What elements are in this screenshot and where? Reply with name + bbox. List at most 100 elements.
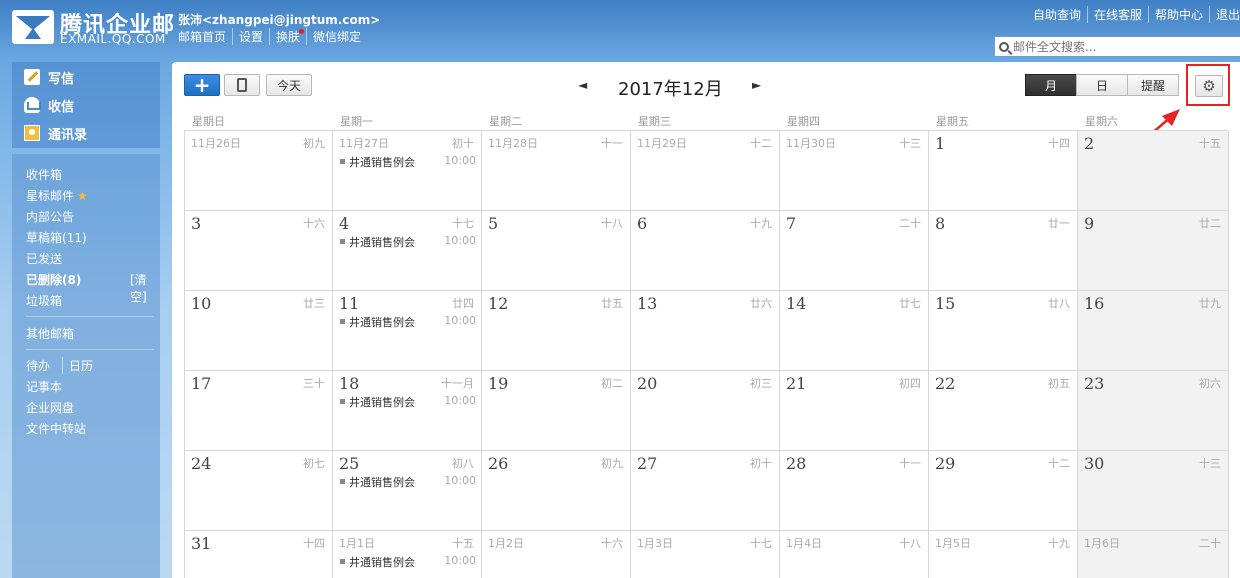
tab-month[interactable]: 月 — [1025, 74, 1077, 96]
calendar-day-cell[interactable]: 19 初二 — [482, 371, 631, 451]
folder-deleted[interactable]: 已删除(8) — [26, 271, 81, 288]
link-logout[interactable]: 退出 — [1208, 6, 1240, 23]
calendar-day-cell[interactable]: 8 廿一 — [929, 211, 1078, 291]
link-skin[interactable]: 换肤 — [269, 28, 306, 45]
sidebar-item-netdisk[interactable]: 企业网盘 — [26, 399, 74, 416]
calendar-day-cell[interactable]: 4 十七 井通销售例会 10:00 — [333, 211, 482, 291]
calendar-day-cell[interactable]: 17 三十 — [185, 371, 333, 451]
calendar-event[interactable]: 井通销售例会 10:00 — [340, 554, 476, 570]
folder-starred[interactable]: 星标邮件 ★ — [26, 187, 88, 204]
day-number: 14 — [786, 294, 807, 313]
tab-reminder[interactable]: 提醒 — [1127, 74, 1179, 96]
folder-spam[interactable]: 垃圾箱 — [26, 292, 62, 309]
lunar-date: 初四 — [899, 377, 921, 390]
calendar-day-cell[interactable]: 12 廿五 — [482, 291, 631, 371]
calendar-day-cell[interactable]: 2 十五 — [1078, 131, 1229, 211]
contacts-button[interactable]: 通讯录 — [24, 121, 87, 145]
calendar-day-cell[interactable]: 26 初九 — [482, 451, 631, 531]
link-mailbox-home[interactable]: 邮箱首页 — [178, 28, 232, 45]
link-wechat-bind[interactable]: 微信绑定 — [306, 28, 367, 45]
calendar-day-cell[interactable]: 21 初四 — [780, 371, 929, 451]
calendar-day-cell[interactable]: 1月6日 二十 — [1078, 531, 1229, 578]
sidebar-item-calendar[interactable]: 日历 — [62, 357, 93, 374]
lunar-date: 初九 — [601, 457, 623, 470]
calendar-day-cell[interactable]: 6 十九 — [631, 211, 780, 291]
event-time: 10:00 — [444, 394, 476, 407]
calendar-day-cell[interactable]: 3 十六 — [185, 211, 333, 291]
exmail-logo[interactable]: 腾讯企业邮 EXMAIL.QQ.COM — [12, 8, 174, 48]
calendar-day-cell[interactable]: 1月4日 十八 — [780, 531, 929, 578]
calendar-day-cell[interactable]: 11月29日 十二 — [631, 131, 780, 211]
calendar-day-cell[interactable]: 1月5日 十九 — [929, 531, 1078, 578]
folder-other-mailboxes[interactable]: 其他邮箱 — [26, 325, 74, 342]
add-event-button[interactable]: + — [184, 73, 220, 97]
calendar-day-cell[interactable]: 31 十四 — [185, 531, 333, 578]
calendar-day-cell[interactable]: 25 初八 井通销售例会 10:00 — [333, 451, 482, 531]
mobile-sync-button[interactable] — [224, 74, 260, 96]
folder-drafts[interactable]: 草稿箱(11) — [26, 229, 87, 246]
calendar-day-cell[interactable]: 22 初五 — [929, 371, 1078, 451]
link-self-query[interactable]: 自助查询 — [1027, 6, 1087, 23]
calendar-day-cell[interactable]: 30 十三 — [1078, 451, 1229, 531]
receive-button[interactable]: 收信 — [24, 93, 74, 117]
calendar-day-cell[interactable]: 5 十八 — [482, 211, 631, 291]
calendar-day-cell[interactable]: 29 十二 — [929, 451, 1078, 531]
calendar-day-cell[interactable]: 11月30日 十三 — [780, 131, 929, 211]
day-number: 24 — [191, 454, 212, 473]
calendar-day-cell[interactable]: 9 廿二 — [1078, 211, 1229, 291]
event-time: 10:00 — [444, 154, 476, 167]
compose-button[interactable]: 写信 — [24, 65, 74, 89]
event-title: 井通销售例会 — [340, 394, 415, 410]
search-icon[interactable] — [999, 41, 1009, 52]
calendar-event[interactable]: 井通销售例会 10:00 — [340, 234, 476, 250]
calendar-event[interactable]: 井通销售例会 10:00 — [340, 474, 476, 490]
calendar-event[interactable]: 井通销售例会 10:00 — [340, 154, 476, 170]
link-online-service[interactable]: 在线客服 — [1086, 6, 1148, 23]
calendar-day-cell[interactable]: 11 廿四 井通销售例会 10:00 — [333, 291, 482, 371]
calendar-day-cell[interactable]: 24 初七 — [185, 451, 333, 531]
calendar-day-cell[interactable]: 14 廿七 — [780, 291, 929, 371]
link-help-center[interactable]: 帮助中心 — [1147, 6, 1209, 23]
today-button[interactable]: 今天 — [266, 74, 312, 96]
prev-month-button[interactable]: ◄ — [578, 78, 587, 92]
search-input[interactable] — [1013, 39, 1233, 54]
sidebar-item-notes[interactable]: 记事本 — [26, 378, 62, 395]
calendar-day-cell[interactable]: 11月28日 十一 — [482, 131, 631, 211]
calendar-grid: 11月26日 初九 11月27日 初十 井通销售例会 10:00 11月28日 十一 11月29… — [184, 130, 1229, 578]
settings-button[interactable]: ⚙ — [1195, 75, 1223, 97]
next-month-button[interactable]: ► — [752, 78, 761, 92]
calendar-day-cell[interactable]: 7 二十 — [780, 211, 929, 291]
calendar-day-cell[interactable]: 18 十一月 井通销售例会 10:00 — [333, 371, 482, 451]
calendar-day-cell[interactable]: 27 初十 — [631, 451, 780, 531]
folder-inbox[interactable]: 收件箱 — [26, 166, 62, 183]
calendar-day-cell[interactable]: 11月27日 初十 井通销售例会 10:00 — [333, 131, 482, 211]
calendar-day-cell[interactable]: 16 廿九 — [1078, 291, 1229, 371]
calendar-day-cell[interactable]: 15 廿八 — [929, 291, 1078, 371]
sidebar-item-todo[interactable]: 待办 — [26, 357, 50, 374]
calendar-day-cell[interactable]: 11月26日 初九 — [185, 131, 333, 211]
phone-icon — [237, 78, 247, 92]
lunar-date: 十一 — [899, 457, 921, 470]
calendar-day-cell[interactable]: 10 廿三 — [185, 291, 333, 371]
calendar-day-cell[interactable]: 23 初六 — [1078, 371, 1229, 451]
event-bullet-icon — [340, 159, 345, 164]
calendar-day-cell[interactable]: 1 十四 — [929, 131, 1078, 211]
link-settings[interactable]: 设置 — [232, 28, 269, 45]
sidebar-item-file-transfer[interactable]: 文件中转站 — [26, 420, 86, 437]
event-bullet-icon — [340, 479, 345, 484]
calendar-day-cell[interactable]: 1月2日 十六 — [482, 531, 631, 578]
calendar-day-cell[interactable]: 1月1日 十五 井通销售例会 10:00 — [333, 531, 482, 578]
calendar-day-cell[interactable]: 28 十一 — [780, 451, 929, 531]
clear-trash-link[interactable]: [清空] — [130, 271, 160, 305]
calendar-day-cell[interactable]: 20 初三 — [631, 371, 780, 451]
calendar-day-cell[interactable]: 1月3日 十七 — [631, 531, 780, 578]
tab-day[interactable]: 日 — [1076, 74, 1128, 96]
folder-announcements[interactable]: 内部公告 — [26, 208, 74, 225]
calendar-event[interactable]: 井通销售例会 10:00 — [340, 394, 476, 410]
lunar-date: 十八 — [899, 537, 921, 550]
day-number: 31 — [191, 534, 212, 553]
folder-sent[interactable]: 已发送 — [26, 250, 62, 267]
day-number: 30 — [1084, 454, 1105, 473]
calendar-event[interactable]: 井通销售例会 10:00 — [340, 314, 476, 330]
calendar-day-cell[interactable]: 13 廿六 — [631, 291, 780, 371]
